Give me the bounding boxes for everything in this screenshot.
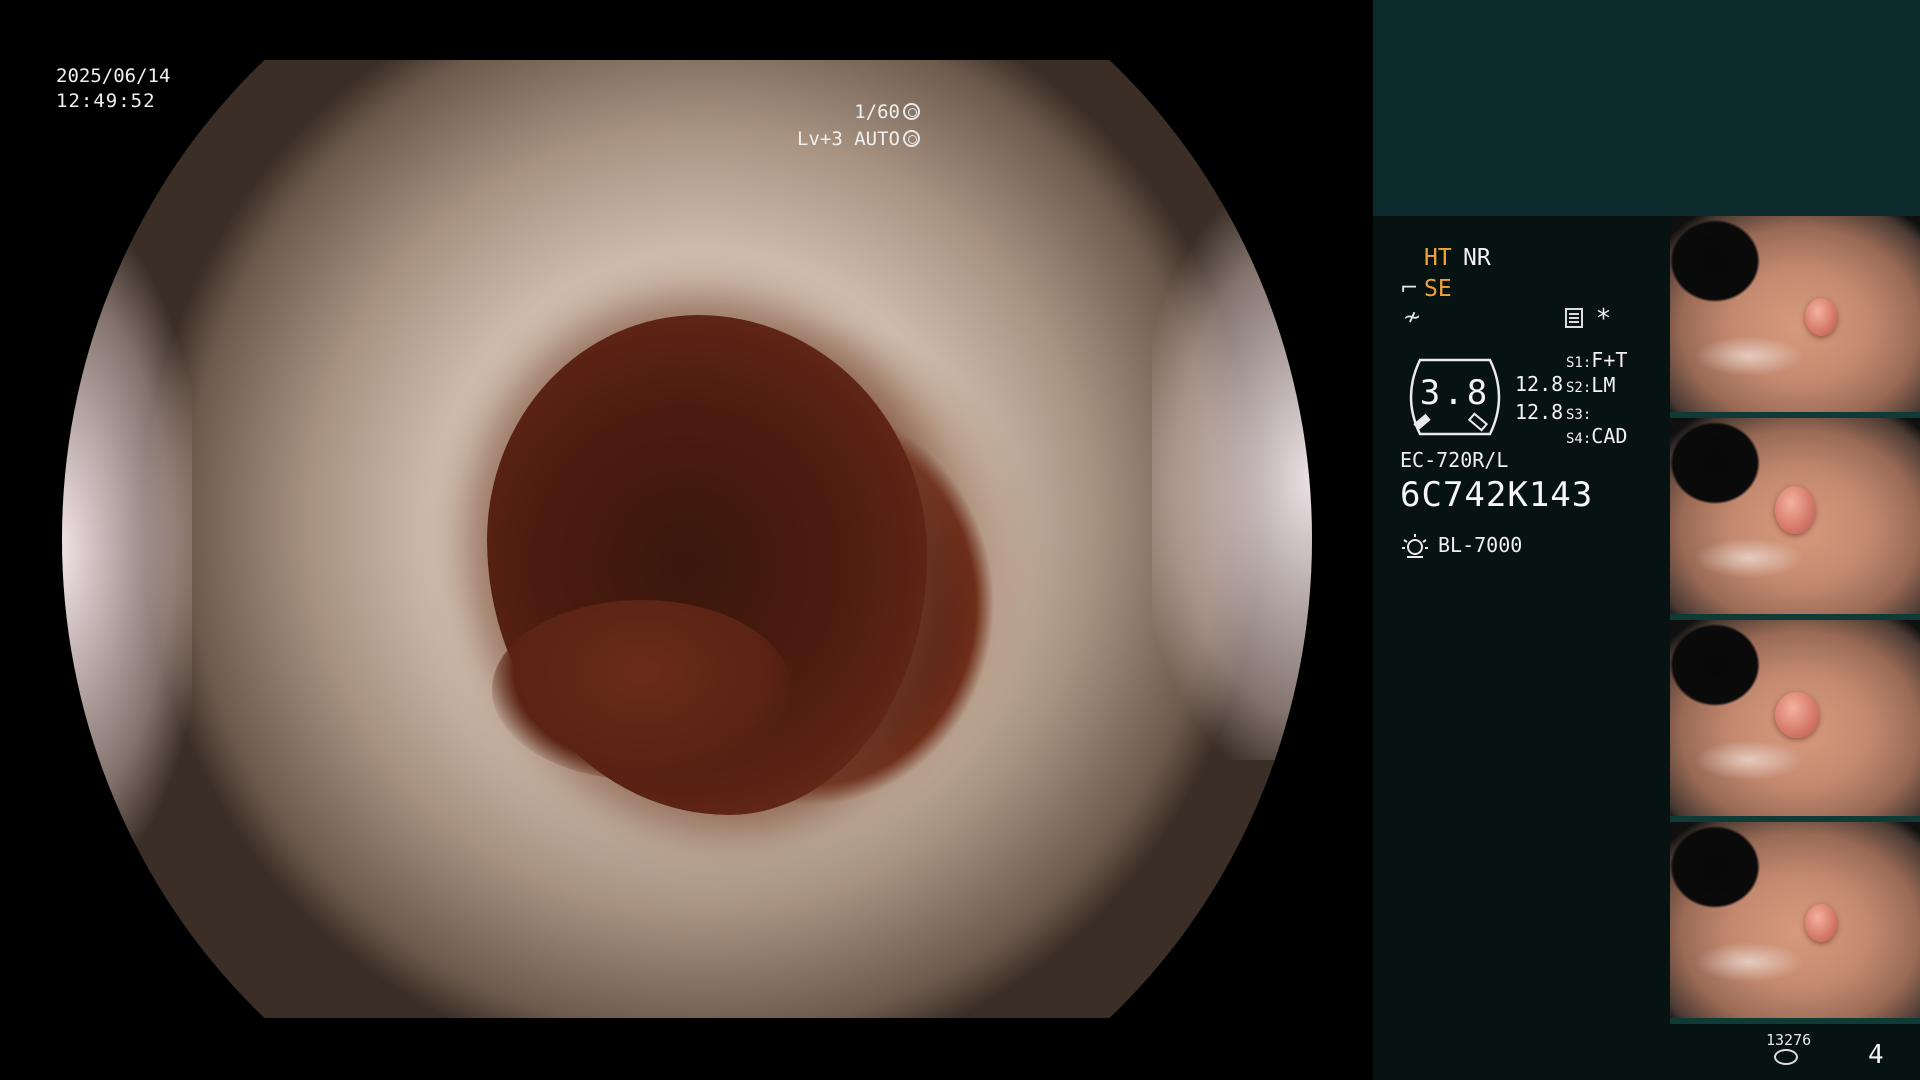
scope-model: EC-720R/L bbox=[1400, 448, 1509, 472]
setting-s3: S3: bbox=[1566, 407, 1592, 423]
se-indicator: SE bbox=[1424, 276, 1452, 302]
captured-image-thumbnail-1[interactable] bbox=[1670, 216, 1920, 418]
brightness-level-readout: Lv+3 AUTO bbox=[797, 127, 920, 152]
light-reflection-left bbox=[62, 240, 192, 860]
light-reflection-right bbox=[1152, 200, 1312, 760]
setting-s1: S1:F+T bbox=[1566, 348, 1628, 372]
captured-image-thumbnail-3[interactable] bbox=[1670, 620, 1920, 822]
readout-value-1: 12.8 bbox=[1515, 372, 1564, 396]
setting-s4: S4:CAD bbox=[1566, 424, 1628, 448]
asterisk-indicator: * bbox=[1597, 304, 1610, 334]
shutter-value: 1/60 bbox=[854, 101, 900, 123]
readout-value-2: 12.8 bbox=[1515, 400, 1564, 424]
auto-iris-icon bbox=[903, 130, 920, 147]
captured-image-thumbnail-2[interactable] bbox=[1670, 418, 1920, 620]
level-value: Lv+3 AUTO bbox=[797, 128, 900, 150]
structure-enhancement-icon: ⌐ bbox=[1400, 276, 1419, 301]
storage-count: 13276 bbox=[1766, 1031, 1812, 1049]
setting-s2: S2:LM bbox=[1566, 373, 1616, 397]
mucosal-fold bbox=[492, 600, 792, 780]
scope-serial: 6C742K143 bbox=[1400, 475, 1594, 515]
aperture-icon bbox=[903, 103, 920, 120]
ht-indicator: HT bbox=[1424, 245, 1452, 271]
polyp bbox=[1805, 298, 1837, 336]
polyp bbox=[1775, 486, 1815, 534]
light-source-model: BL-7000 bbox=[1438, 533, 1523, 557]
polyp bbox=[1805, 904, 1837, 942]
date-readout: 2025/06/14 bbox=[56, 65, 171, 87]
captured-image-thumbnail-4[interactable] bbox=[1670, 822, 1920, 1024]
storage-icon bbox=[1774, 1049, 1798, 1065]
gauge-value: 3.8 bbox=[1419, 373, 1491, 413]
panel-header-area bbox=[1373, 0, 1920, 216]
endoscope-live-view bbox=[62, 60, 1312, 1018]
lamp-icon bbox=[1402, 534, 1428, 558]
shutter-readout: 1/60 bbox=[854, 100, 920, 125]
record-icon bbox=[1565, 308, 1583, 328]
time-readout: 12:49:52 bbox=[56, 90, 156, 112]
polyp bbox=[1775, 692, 1819, 738]
freeze-icon: ≁ bbox=[1403, 305, 1422, 330]
image-count: 4 bbox=[1868, 1040, 1884, 1070]
nr-indicator: NR bbox=[1463, 245, 1491, 271]
